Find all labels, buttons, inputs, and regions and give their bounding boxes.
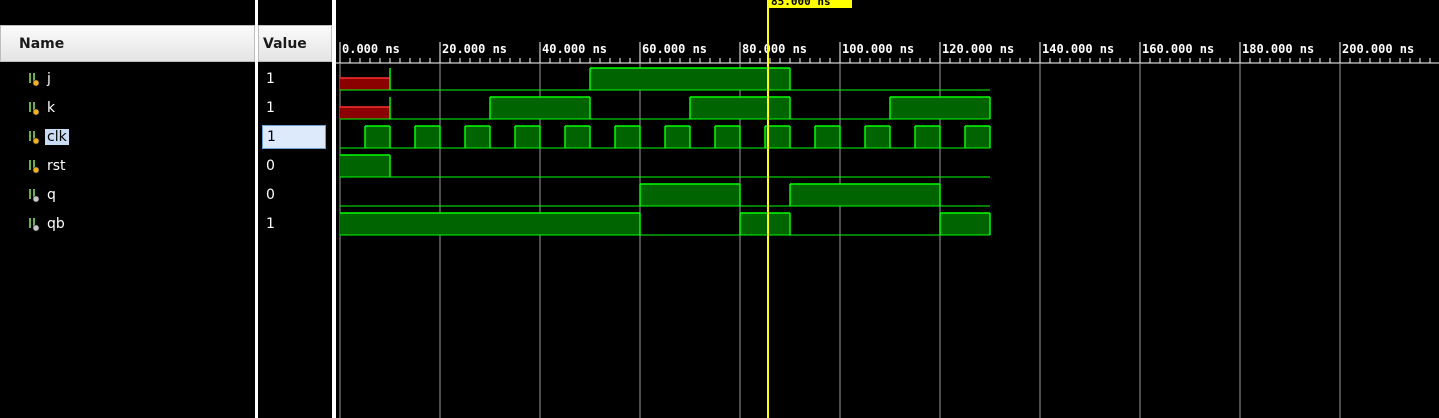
signal-name: j [47, 71, 51, 87]
input-bit-icon [28, 129, 42, 145]
wave-high-segment [740, 213, 790, 235]
cursor-time-label: 85.000 ns [771, 0, 831, 8]
time-ruler[interactable]: 0.000 ns 20.000 ns 40.000 ns 60.000 ns 80.00… [336, 42, 1439, 64]
signal-value-j[interactable]: 1 [262, 67, 326, 91]
signal-row-rst[interactable]: rst [28, 155, 68, 177]
value-column-header[interactable]: Value [258, 25, 332, 62]
signal-names-panel: Name j k clk rst q qb [0, 0, 255, 418]
wave-high-segment [465, 126, 490, 148]
signal-row-clk[interactable]: clk [28, 126, 69, 148]
waveform-q[interactable] [340, 183, 990, 207]
signal-name: qb [47, 216, 65, 232]
waveform-panel[interactable]: 0.000 ns 20.000 ns 40.000 ns 60.000 ns 80.00… [336, 0, 1439, 418]
wave-high-segment [940, 213, 990, 235]
ruler-tick-label: 100.000 ns [842, 42, 914, 56]
signal-row-j[interactable]: j [28, 68, 53, 90]
ruler-tick-label: 140.000 ns [1042, 42, 1114, 56]
names-top-strip [0, 0, 255, 25]
wave-high-segment [665, 126, 690, 148]
ruler-tick-label: 180.000 ns [1242, 42, 1314, 56]
wave-high-segment [565, 126, 590, 148]
signal-value-qb[interactable]: 1 [262, 212, 326, 236]
values-top-strip [258, 0, 332, 25]
ruler-tick-label: 80.000 ns [742, 42, 807, 56]
wave-high-segment [865, 126, 890, 148]
waveform-k[interactable] [340, 96, 991, 120]
wave-high-segment [915, 126, 940, 148]
wave-high-segment [515, 126, 540, 148]
wave-high-segment [790, 184, 940, 206]
wave-high-segment [965, 126, 990, 148]
wave-high-segment [615, 126, 640, 148]
waveform-qb[interactable] [340, 212, 991, 236]
wave-high-segment [640, 184, 740, 206]
signal-value-clk[interactable]: 1 [262, 125, 326, 149]
signal-row-qb[interactable]: qb [28, 213, 67, 235]
wave-high-segment [715, 126, 740, 148]
signal-name: rst [47, 158, 66, 174]
input-bit-icon [28, 71, 42, 87]
waveform-canvas[interactable]: 0.000 ns 20.000 ns 40.000 ns 60.000 ns 80.00… [336, 0, 1439, 418]
signal-value-q[interactable]: 0 [262, 183, 326, 207]
wave-high-segment [365, 126, 390, 148]
wave-high-segment [590, 68, 790, 90]
signal-value-k[interactable]: 1 [262, 96, 326, 120]
ruler-tick-label: 0.000 ns [342, 42, 400, 56]
signal-name: clk [45, 129, 69, 145]
ruler-tick-label: 20.000 ns [442, 42, 507, 56]
ruler-tick-label: 200.000 ns [1342, 42, 1414, 56]
wave-high-segment [690, 97, 790, 119]
wave-high-segment [340, 155, 390, 177]
wave-high-segment [415, 126, 440, 148]
input-bit-icon [28, 158, 42, 174]
wave-undefined-segment [340, 78, 390, 90]
waveform-rst[interactable] [340, 154, 990, 178]
ruler-tick-label: 120.000 ns [942, 42, 1014, 56]
wave-high-segment [490, 97, 590, 119]
signal-row-q[interactable]: q [28, 184, 58, 206]
waveform-clk[interactable] [340, 125, 991, 149]
signal-name: q [47, 187, 56, 203]
signal-name: k [47, 100, 56, 116]
ruler-tick-label: 160.000 ns [1142, 42, 1214, 56]
ruler-tick-label: 40.000 ns [542, 42, 607, 56]
waveform-j[interactable] [340, 67, 990, 91]
output-bit-icon [28, 187, 42, 203]
input-bit-icon [28, 100, 42, 116]
ruler-tick-label: 60.000 ns [642, 42, 707, 56]
signal-row-k[interactable]: k [28, 97, 57, 119]
wave-high-segment [890, 97, 990, 119]
wave-high-segment [815, 126, 840, 148]
wave-high-segment [340, 213, 640, 235]
signal-value-rst[interactable]: 0 [262, 154, 326, 178]
output-bit-icon [28, 216, 42, 232]
name-column-header[interactable]: Name [0, 25, 255, 62]
wave-undefined-segment [340, 107, 390, 119]
signal-values-panel: Value 1 1 1 0 0 1 [258, 0, 332, 418]
